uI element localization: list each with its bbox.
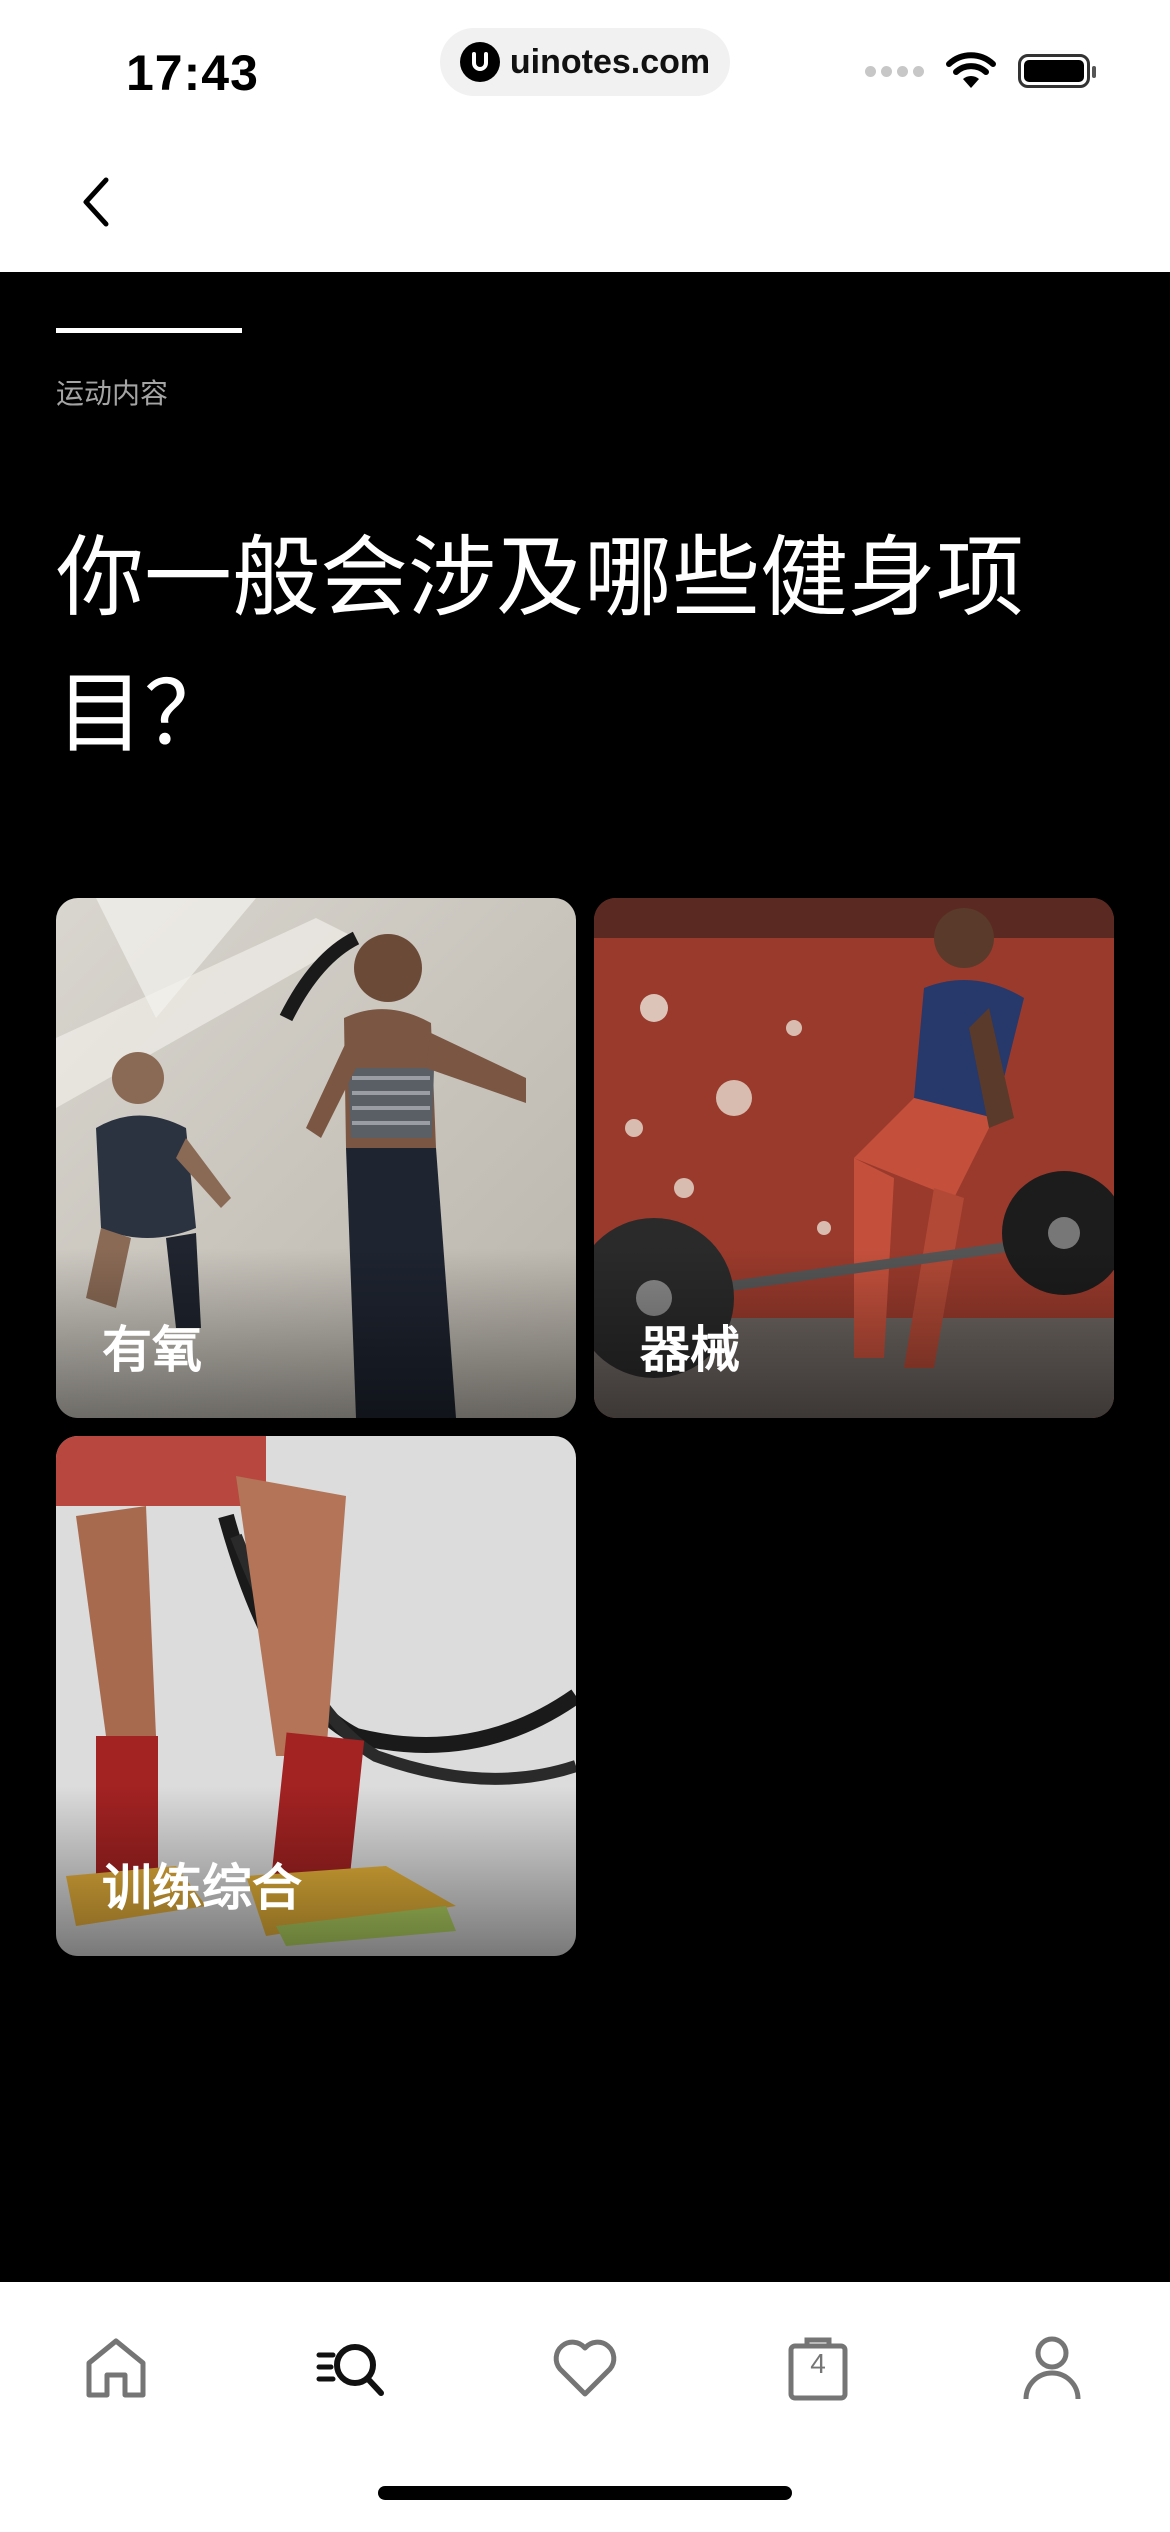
progress-indicator: [56, 328, 242, 333]
heart-icon: [553, 2339, 617, 2397]
option-card-equipment[interactable]: 器械: [594, 898, 1114, 1418]
status-icons: [865, 52, 1096, 90]
screen: 17:43 uinotes.com 运动内容 你一般会涉及哪些健身项目？ 有氧 …: [0, 0, 1170, 2532]
option-label: 训练综合: [102, 1859, 302, 1917]
tab-bag[interactable]: 4: [768, 2318, 868, 2418]
site-logo-icon: [459, 42, 500, 82]
option-card-cardio[interactable]: 有氧: [56, 898, 576, 1418]
url-text: uinotes.com: [509, 42, 711, 81]
battery-icon: [1018, 54, 1096, 88]
status-bar: 17:43 uinotes.com: [0, 0, 1170, 130]
question-title: 你一般会涉及哪些健身项目？: [56, 526, 1025, 765]
back-button[interactable]: [66, 172, 126, 232]
bag-badge: 4: [810, 2348, 826, 2379]
option-label: 有氧: [102, 1321, 202, 1379]
home-icon: [86, 2338, 146, 2398]
status-time: 17:43: [126, 45, 259, 101]
tab-profile[interactable]: [1002, 2318, 1102, 2418]
url-pill[interactable]: uinotes.com: [440, 28, 730, 96]
cellular-signal-icon: [865, 65, 924, 77]
home-indicator: [378, 2486, 792, 2500]
tab-home[interactable]: [66, 2318, 166, 2418]
option-label: 器械: [640, 1321, 740, 1379]
tab-favorites[interactable]: [535, 2318, 635, 2418]
section-label: 运动内容: [56, 377, 169, 410]
tab-search[interactable]: [301, 2318, 401, 2418]
option-card-combined-training[interactable]: 训练综合: [56, 1436, 576, 1956]
wifi-icon: [946, 52, 996, 88]
survey-content: 运动内容 你一般会涉及哪些健身项目？ 有氧 器械 训练综合: [0, 272, 1170, 2282]
nav-bar: [0, 130, 1170, 272]
search-list-icon: [316, 2344, 384, 2396]
profile-icon: [1023, 2336, 1081, 2400]
chevron-left-icon: [83, 177, 109, 227]
